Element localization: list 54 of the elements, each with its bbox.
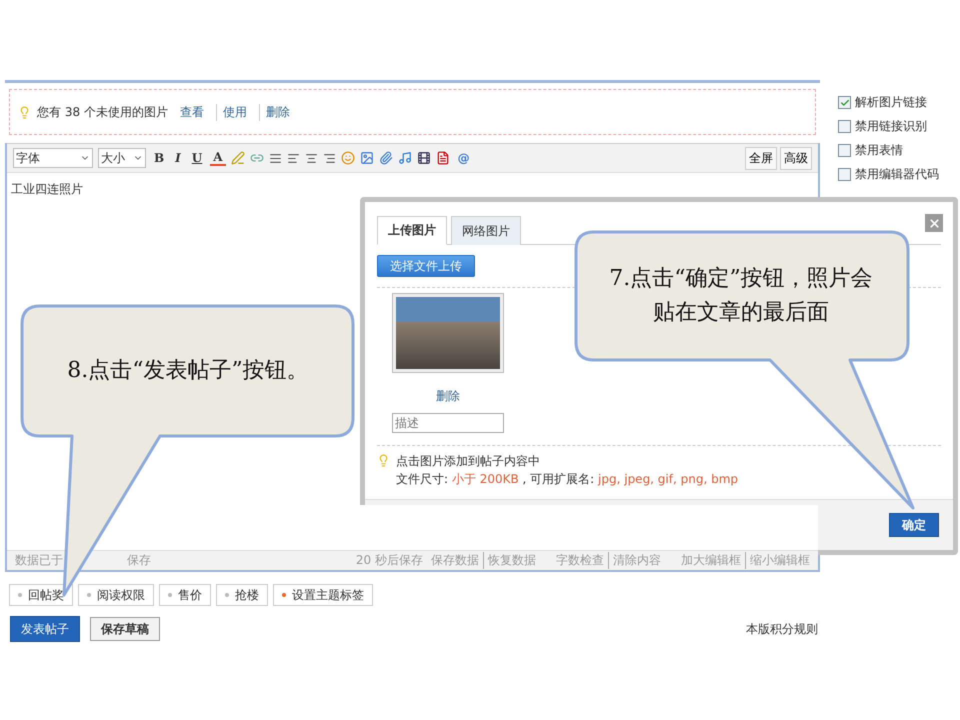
- option-checkbox[interactable]: 解析图片链接: [838, 94, 939, 111]
- format-button[interactable]: U: [188, 151, 206, 165]
- music-note-icon[interactable]: [398, 151, 412, 165]
- align-justify-icon[interactable]: [268, 152, 282, 164]
- dialog-tab[interactable]: 上传图片: [377, 216, 447, 245]
- pen-icon[interactable]: [230, 151, 245, 165]
- lightbulb-icon: [18, 106, 31, 118]
- close-icon[interactable]: [925, 214, 943, 232]
- save-draft-button[interactable]: 保存草稿: [90, 617, 160, 641]
- extension-label: , 可用扩展名:: [522, 472, 594, 486]
- size-limit: 小于 200KB: [452, 472, 519, 486]
- option-tab[interactable]: 设置主题标签: [273, 584, 373, 606]
- toolbar-button[interactable]: 高级: [780, 146, 812, 170]
- align-right-icon[interactable]: [322, 152, 336, 164]
- toolbar-button[interactable]: 全屏: [745, 146, 777, 170]
- image-icon[interactable]: [360, 151, 374, 165]
- notice-link[interactable]: 查看: [174, 104, 210, 120]
- option-checkbox[interactable]: 禁用表情: [838, 142, 939, 159]
- callout-text: 8.点击“发表帖子”按钮。: [66, 357, 310, 385]
- document-icon[interactable]: [436, 151, 450, 165]
- editor-content: 工业四连照片: [11, 182, 83, 196]
- notice-link[interactable]: 删除: [258, 104, 296, 120]
- status-text: 20 秒后保存: [354, 552, 424, 569]
- align-center-icon[interactable]: [304, 152, 318, 164]
- size-label: 文件尺寸:: [396, 472, 448, 486]
- notice-text: 您有 38 个未使用的图片: [37, 104, 168, 120]
- size-select[interactable]: 大小: [98, 148, 146, 168]
- callout-text: 7.点击“确定”按钮，照片会贴在文章的最后面: [608, 265, 874, 327]
- option-tab[interactable]: 抢楼: [216, 584, 268, 606]
- notice-link[interactable]: 使用: [216, 104, 253, 120]
- option-checkbox[interactable]: 禁用编辑器代码: [838, 166, 939, 183]
- format-button[interactable]: B: [151, 151, 168, 165]
- film-icon[interactable]: [416, 151, 431, 165]
- option-tab[interactable]: 阅读权限: [78, 584, 154, 606]
- publish-button[interactable]: 发表帖子: [10, 616, 80, 642]
- mention-button[interactable]: @: [454, 151, 473, 165]
- align-left-icon[interactable]: [286, 152, 300, 164]
- tip-text: 点击图片添加到帖子内容中: [396, 454, 540, 468]
- lightbulb-icon: [377, 454, 390, 467]
- format-button[interactable]: A: [210, 150, 226, 166]
- confirm-button[interactable]: 确定: [889, 513, 939, 537]
- delete-link[interactable]: 删除: [430, 388, 466, 405]
- status-text: 保存: [126, 552, 152, 569]
- dialog-tab[interactable]: 网络图片: [451, 216, 521, 245]
- status-text: 数据已于: [14, 552, 64, 569]
- format-button[interactable]: I: [172, 151, 184, 165]
- font-select[interactable]: 字体: [13, 148, 93, 168]
- description-field[interactable]: 描述: [392, 413, 504, 433]
- paperclip-icon[interactable]: [378, 151, 393, 165]
- option-tab[interactable]: 售价: [159, 584, 211, 606]
- extension-list: jpg, jpeg, gif, png, bmp: [598, 472, 738, 486]
- smiley-icon[interactable]: [340, 151, 355, 165]
- option-checkbox[interactable]: 禁用链接识别: [838, 118, 939, 135]
- rules-link[interactable]: 本版积分规则: [746, 620, 818, 638]
